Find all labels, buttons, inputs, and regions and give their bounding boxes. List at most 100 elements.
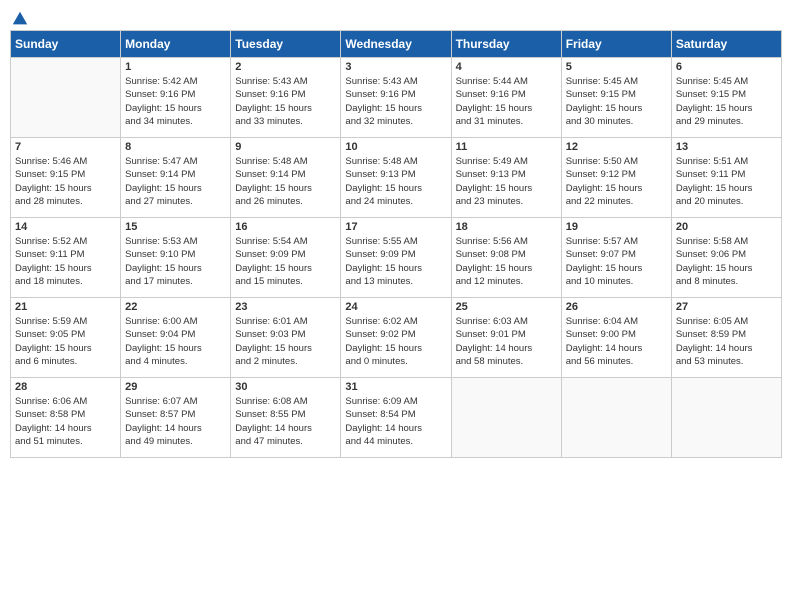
- day-number: 28: [15, 381, 116, 393]
- calendar-cell: 22 Sunrise: 6:00 AMSunset: 9:04 PMDayligh…: [121, 298, 231, 378]
- day-info: Sunrise: 5:53 AMSunset: 9:10 PMDaylight:…: [125, 235, 226, 288]
- calendar-cell: 4 Sunrise: 5:44 AMSunset: 9:16 PMDaylight…: [451, 58, 561, 138]
- day-number: 13: [676, 141, 777, 153]
- calendar-header-row: SundayMondayTuesdayWednesdayThursdayFrid…: [11, 31, 782, 58]
- day-info: Sunrise: 5:45 AMSunset: 9:15 PMDaylight:…: [566, 75, 667, 128]
- day-number: 26: [566, 301, 667, 313]
- col-header-monday: Monday: [121, 31, 231, 58]
- day-info: Sunrise: 5:56 AMSunset: 9:08 PMDaylight:…: [456, 235, 557, 288]
- calendar-cell: [11, 58, 121, 138]
- calendar-table: SundayMondayTuesdayWednesdayThursdayFrid…: [10, 30, 782, 458]
- day-info: Sunrise: 5:52 AMSunset: 9:11 PMDaylight:…: [15, 235, 116, 288]
- day-info: Sunrise: 5:51 AMSunset: 9:11 PMDaylight:…: [676, 155, 777, 208]
- calendar-cell: 12 Sunrise: 5:50 AMSunset: 9:12 PMDayligh…: [561, 138, 671, 218]
- calendar-cell: 28 Sunrise: 6:06 AMSunset: 8:58 PMDayligh…: [11, 378, 121, 458]
- day-number: 1: [125, 61, 226, 73]
- calendar-cell: 16 Sunrise: 5:54 AMSunset: 9:09 PMDayligh…: [231, 218, 341, 298]
- day-info: Sunrise: 5:57 AMSunset: 9:07 PMDaylight:…: [566, 235, 667, 288]
- day-info: Sunrise: 6:07 AMSunset: 8:57 PMDaylight:…: [125, 395, 226, 448]
- logo: [10, 10, 30, 24]
- day-number: 7: [15, 141, 116, 153]
- calendar-cell: 23 Sunrise: 6:01 AMSunset: 9:03 PMDayligh…: [231, 298, 341, 378]
- calendar-cell: 18 Sunrise: 5:56 AMSunset: 9:08 PMDayligh…: [451, 218, 561, 298]
- calendar-week-row: 28 Sunrise: 6:06 AMSunset: 8:58 PMDayligh…: [11, 378, 782, 458]
- logo-icon: [11, 10, 29, 28]
- day-info: Sunrise: 6:03 AMSunset: 9:01 PMDaylight:…: [456, 315, 557, 368]
- day-number: 8: [125, 141, 226, 153]
- calendar-week-row: 7 Sunrise: 5:46 AMSunset: 9:15 PMDaylight…: [11, 138, 782, 218]
- day-number: 30: [235, 381, 336, 393]
- calendar-cell: 27 Sunrise: 6:05 AMSunset: 8:59 PMDayligh…: [671, 298, 781, 378]
- calendar-cell: 29 Sunrise: 6:07 AMSunset: 8:57 PMDayligh…: [121, 378, 231, 458]
- calendar-cell: 20 Sunrise: 5:58 AMSunset: 9:06 PMDayligh…: [671, 218, 781, 298]
- page-header: [10, 10, 782, 24]
- day-info: Sunrise: 5:54 AMSunset: 9:09 PMDaylight:…: [235, 235, 336, 288]
- calendar-cell: 1 Sunrise: 5:42 AMSunset: 9:16 PMDaylight…: [121, 58, 231, 138]
- day-number: 22: [125, 301, 226, 313]
- calendar-week-row: 14 Sunrise: 5:52 AMSunset: 9:11 PMDayligh…: [11, 218, 782, 298]
- day-number: 12: [566, 141, 667, 153]
- calendar-cell: 21 Sunrise: 5:59 AMSunset: 9:05 PMDayligh…: [11, 298, 121, 378]
- day-info: Sunrise: 5:44 AMSunset: 9:16 PMDaylight:…: [456, 75, 557, 128]
- calendar-cell: 24 Sunrise: 6:02 AMSunset: 9:02 PMDayligh…: [341, 298, 451, 378]
- calendar-cell: 31 Sunrise: 6:09 AMSunset: 8:54 PMDayligh…: [341, 378, 451, 458]
- day-number: 2: [235, 61, 336, 73]
- day-info: Sunrise: 6:08 AMSunset: 8:55 PMDaylight:…: [235, 395, 336, 448]
- day-number: 4: [456, 61, 557, 73]
- day-number: 23: [235, 301, 336, 313]
- calendar-cell: 2 Sunrise: 5:43 AMSunset: 9:16 PMDaylight…: [231, 58, 341, 138]
- calendar-cell: 30 Sunrise: 6:08 AMSunset: 8:55 PMDayligh…: [231, 378, 341, 458]
- calendar-cell: 14 Sunrise: 5:52 AMSunset: 9:11 PMDayligh…: [11, 218, 121, 298]
- day-info: Sunrise: 6:06 AMSunset: 8:58 PMDaylight:…: [15, 395, 116, 448]
- calendar-cell: [451, 378, 561, 458]
- day-number: 25: [456, 301, 557, 313]
- day-info: Sunrise: 6:05 AMSunset: 8:59 PMDaylight:…: [676, 315, 777, 368]
- calendar-cell: 25 Sunrise: 6:03 AMSunset: 9:01 PMDayligh…: [451, 298, 561, 378]
- calendar-cell: 10Sunrise: 5:48 AMSunset: 9:13 PMDayligh…: [341, 138, 451, 218]
- calendar-cell: 9 Sunrise: 5:48 AMSunset: 9:14 PMDaylight…: [231, 138, 341, 218]
- day-info: Sunrise: 6:09 AMSunset: 8:54 PMDaylight:…: [345, 395, 446, 448]
- day-info: Sunrise: 5:48 AMSunset: 9:13 PMDaylight:…: [345, 155, 446, 208]
- day-number: 3: [345, 61, 446, 73]
- day-info: Sunrise: 5:42 AMSunset: 9:16 PMDaylight:…: [125, 75, 226, 128]
- calendar-cell: 26 Sunrise: 6:04 AMSunset: 9:00 PMDayligh…: [561, 298, 671, 378]
- day-info: Sunrise: 5:55 AMSunset: 9:09 PMDaylight:…: [345, 235, 446, 288]
- day-info: Sunrise: 6:01 AMSunset: 9:03 PMDaylight:…: [235, 315, 336, 368]
- day-number: 9: [235, 141, 336, 153]
- calendar-week-row: 1 Sunrise: 5:42 AMSunset: 9:16 PMDaylight…: [11, 58, 782, 138]
- day-info: Sunrise: 5:58 AMSunset: 9:06 PMDaylight:…: [676, 235, 777, 288]
- day-number: 29: [125, 381, 226, 393]
- calendar-cell: 11Sunrise: 5:49 AMSunset: 9:13 PMDayligh…: [451, 138, 561, 218]
- day-info: Sunrise: 6:00 AMSunset: 9:04 PMDaylight:…: [125, 315, 226, 368]
- day-info: Sunrise: 5:47 AMSunset: 9:14 PMDaylight:…: [125, 155, 226, 208]
- day-number: 6: [676, 61, 777, 73]
- calendar-cell: 13 Sunrise: 5:51 AMSunset: 9:11 PMDayligh…: [671, 138, 781, 218]
- calendar-cell: 15 Sunrise: 5:53 AMSunset: 9:10 PMDayligh…: [121, 218, 231, 298]
- day-info: Sunrise: 6:04 AMSunset: 9:00 PMDaylight:…: [566, 315, 667, 368]
- day-number: 27: [676, 301, 777, 313]
- day-info: Sunrise: 5:43 AMSunset: 9:16 PMDaylight:…: [235, 75, 336, 128]
- calendar-cell: [671, 378, 781, 458]
- calendar-week-row: 21 Sunrise: 5:59 AMSunset: 9:05 PMDayligh…: [11, 298, 782, 378]
- day-number: 21: [15, 301, 116, 313]
- day-info: Sunrise: 5:45 AMSunset: 9:15 PMDaylight:…: [676, 75, 777, 128]
- calendar-cell: 19Sunrise: 5:57 AMSunset: 9:07 PMDayligh…: [561, 218, 671, 298]
- day-number: 18: [456, 221, 557, 233]
- day-info: Sunrise: 5:50 AMSunset: 9:12 PMDaylight:…: [566, 155, 667, 208]
- day-number: 24: [345, 301, 446, 313]
- col-header-sunday: Sunday: [11, 31, 121, 58]
- day-number: 31: [345, 381, 446, 393]
- calendar-cell: [561, 378, 671, 458]
- day-number: 16: [235, 221, 336, 233]
- calendar-cell: 3Sunrise: 5:43 AMSunset: 9:16 PMDaylight…: [341, 58, 451, 138]
- day-info: Sunrise: 6:02 AMSunset: 9:02 PMDaylight:…: [345, 315, 446, 368]
- day-info: Sunrise: 5:48 AMSunset: 9:14 PMDaylight:…: [235, 155, 336, 208]
- calendar-cell: 17Sunrise: 5:55 AMSunset: 9:09 PMDayligh…: [341, 218, 451, 298]
- day-number: 14: [15, 221, 116, 233]
- col-header-tuesday: Tuesday: [231, 31, 341, 58]
- day-info: Sunrise: 5:46 AMSunset: 9:15 PMDaylight:…: [15, 155, 116, 208]
- day-number: 20: [676, 221, 777, 233]
- day-number: 15: [125, 221, 226, 233]
- day-info: Sunrise: 5:59 AMSunset: 9:05 PMDaylight:…: [15, 315, 116, 368]
- calendar-cell: 7 Sunrise: 5:46 AMSunset: 9:15 PMDaylight…: [11, 138, 121, 218]
